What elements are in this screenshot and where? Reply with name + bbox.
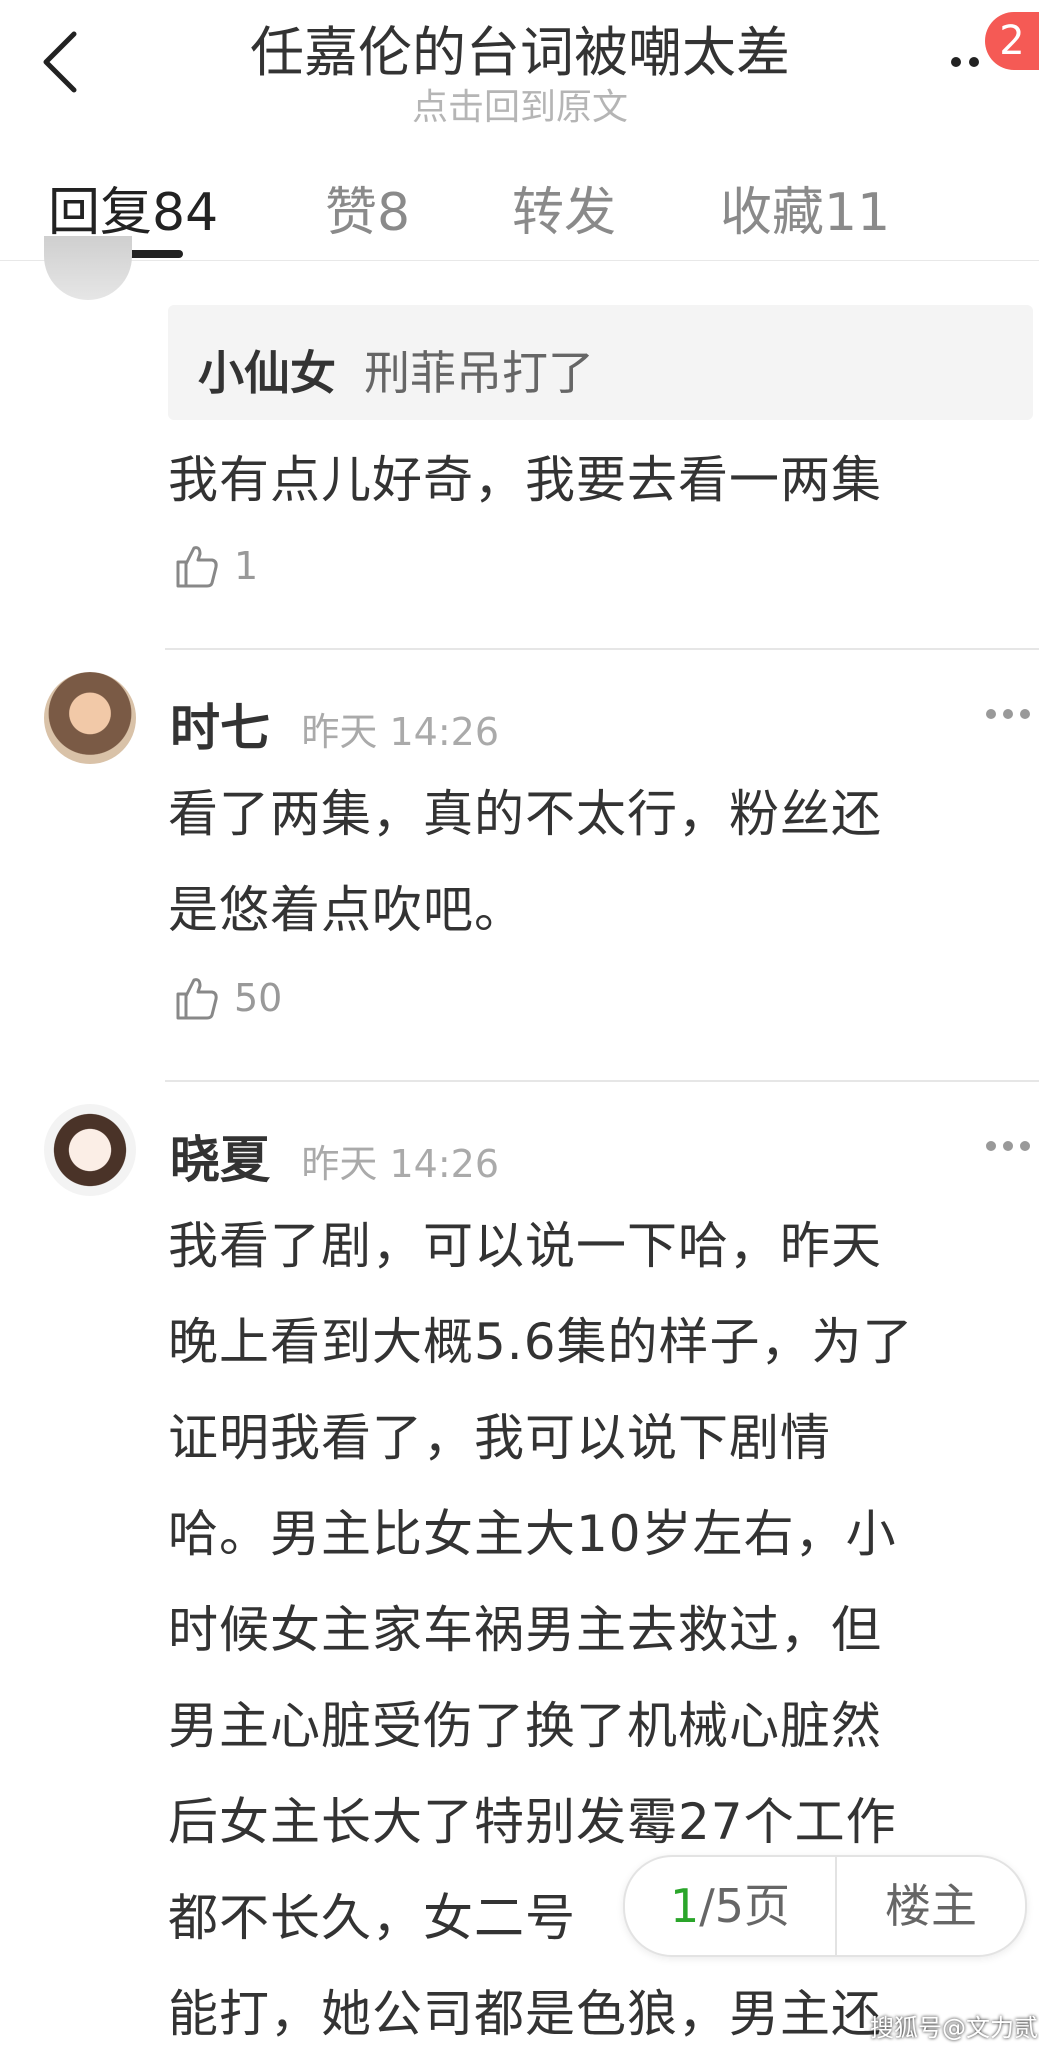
- username-text: 时七: [170, 699, 270, 757]
- tab-replies[interactable]: 回复84: [48, 170, 218, 245]
- quoted-reply[interactable]: 小仙女 刑菲吊打了: [168, 305, 1033, 420]
- avatar[interactable]: [44, 236, 132, 300]
- current-page: 1: [669, 1879, 700, 1933]
- more-options-icon[interactable]: [950, 52, 990, 72]
- tab-favorites[interactable]: 收藏11: [720, 170, 890, 245]
- tab-favorites-label: 收藏: [720, 183, 825, 243]
- thumbs-up-icon[interactable]: [172, 542, 220, 590]
- thumbs-up-icon[interactable]: [172, 974, 220, 1022]
- tab-replies-count: 84: [152, 183, 219, 243]
- page-selector[interactable]: 1/5页: [625, 1857, 835, 1955]
- comment-line: 时候女主家车祸男主去救过，但: [168, 1601, 882, 1659]
- notification-badge[interactable]: 2: [985, 12, 1039, 70]
- tab-favorites-count: 11: [824, 183, 891, 243]
- back-to-original-link[interactable]: 点击回到原文: [140, 78, 900, 130]
- comment-line: 能打，她公司都是色狼，男主还: [168, 1985, 882, 2043]
- tab-replies-label: 回复: [48, 183, 153, 243]
- comment-line: 我有点儿好奇，我要去看一两集: [168, 451, 882, 509]
- comment-line: 看了两集，真的不太行，粉丝还: [168, 785, 882, 843]
- back-arrow-icon[interactable]: [36, 30, 88, 94]
- quoted-text: 刑菲吊打了: [364, 346, 594, 400]
- more-dots-icon[interactable]: [985, 708, 1031, 720]
- total-pages: /5页: [699, 1879, 791, 1933]
- comment-line: 哈。男主比女主大10岁左右，小: [168, 1505, 897, 1563]
- tab-likes-count: 8: [377, 183, 411, 243]
- page-title[interactable]: 任嘉伦的台词被嘲太差: [140, 8, 900, 87]
- comment-line: 我看了剧，可以说一下哈，昨天: [168, 1217, 882, 1275]
- more-dots-icon[interactable]: [985, 1140, 1031, 1152]
- comment-line: 男主心脏受伤了换了机械心脏然: [168, 1697, 882, 1755]
- avatar[interactable]: [44, 672, 136, 764]
- divider: [165, 1080, 1039, 1082]
- quoted-username[interactable]: 小仙女: [198, 337, 336, 403]
- tab-bar: 回复84 赞8 转发 收藏11: [0, 150, 1039, 261]
- tab-likes-label: 赞: [325, 183, 378, 243]
- like-count: 50: [234, 976, 283, 1020]
- username[interactable]: 晓夏 昨天 14:26: [170, 1120, 499, 1192]
- comment-time: 昨天 14:26: [301, 710, 500, 754]
- tab-reposts[interactable]: 转发: [512, 170, 616, 245]
- username[interactable]: 时七 昨天 14:26: [170, 688, 499, 760]
- divider: [165, 648, 1039, 650]
- tab-reposts-label: 转发: [512, 183, 617, 243]
- comment-line: 证明我看了，我可以说下剧情: [168, 1409, 831, 1467]
- comment-line: 晚上看到大概5.6集的样子，为了: [168, 1313, 914, 1371]
- watermark: 搜狐号@文力贰: [870, 2014, 1038, 2042]
- owner-only-button[interactable]: 楼主: [837, 1857, 1025, 1955]
- avatar[interactable]: [44, 1104, 136, 1196]
- comment-text: 看了两集，真的不太行，粉丝还 是悠着点吹吧。: [168, 766, 882, 958]
- top-bar: 任嘉伦的台词被嘲太差 点击回到原文 2: [0, 0, 1039, 130]
- comment-time: 昨天 14:26: [301, 1142, 500, 1186]
- username-text: 晓夏: [170, 1131, 270, 1189]
- tab-likes[interactable]: 赞8: [325, 170, 410, 245]
- comment-text: 我有点儿好奇，我要去看一两集: [168, 432, 882, 528]
- page-pager: 1/5页 楼主: [623, 1855, 1027, 1957]
- like-count: 1: [234, 544, 259, 588]
- comment-line: 是悠着点吹吧。: [168, 881, 525, 939]
